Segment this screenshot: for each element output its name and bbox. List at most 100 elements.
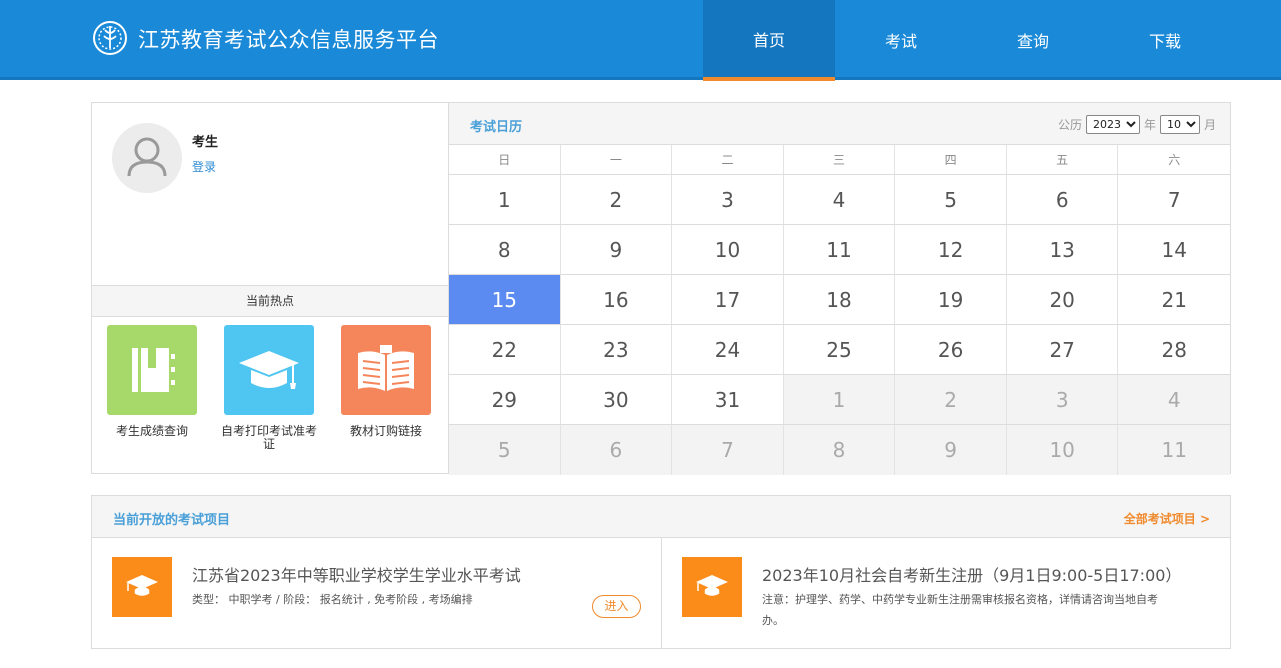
calendar-day[interactable]: 7: [1118, 175, 1230, 224]
weekday-wed: 三: [784, 145, 896, 174]
calendar-type-label: 公历: [1057, 118, 1082, 132]
login-link[interactable]: 登录: [192, 158, 216, 175]
calendar-day[interactable]: 17: [672, 275, 784, 324]
hot-item-label: 考生成绩查询: [115, 424, 188, 438]
calendar-week: 15 16 17 18 19 20 21: [449, 275, 1230, 325]
calendar-day[interactable]: 24: [672, 325, 784, 374]
project-item: 江苏省2023年中等职业学校学生学业水平考试 类型： 中职学考 / 阶段： 报名…: [92, 538, 662, 649]
hot-topics-header: 当前热点: [92, 285, 448, 317]
calendar-day[interactable]: 21: [1118, 275, 1230, 324]
top-header: 江苏教育考试公众信息服务平台 首页 考试 查询 下载: [0, 0, 1281, 81]
projects-header: 当前开放的考试项目 全部考试项目 >: [92, 496, 1230, 538]
calendar-day[interactable]: 25: [784, 325, 896, 374]
hot-item-textbook-order[interactable]: 教材订购链接: [336, 325, 436, 438]
calendar-header: 考试日历 公历 2023 年 10 月: [449, 103, 1230, 145]
calendar-day[interactable]: 5: [895, 175, 1007, 224]
calendar-day[interactable]: 10: [672, 225, 784, 274]
weekday-thu: 四: [895, 145, 1007, 174]
exam-calendar: 考试日历 公历 2023 年 10 月 日 一 二 三 四 五 六 123456…: [449, 102, 1231, 475]
calendar-day[interactable]: 10: [1006, 425, 1119, 475]
calendar-day[interactable]: 3: [672, 175, 784, 224]
nav-query[interactable]: 查询: [967, 0, 1099, 80]
hot-item-admission-ticket[interactable]: 自考打印考试准考证: [219, 325, 319, 451]
calendar-week: 8 9 10 11 12 13 14: [449, 225, 1230, 275]
calendar-week: 29 30 31 1 2 3 4: [449, 375, 1231, 425]
calendar-day[interactable]: 31: [672, 375, 784, 424]
calendar-day[interactable]: 28: [1118, 325, 1230, 374]
calendar-day[interactable]: 11: [1118, 425, 1231, 475]
calendar-day[interactable]: 16: [561, 275, 673, 324]
calendar-day[interactable]: 23: [561, 325, 673, 374]
graduation-cap-icon: [682, 557, 742, 617]
calendar-day[interactable]: 22: [449, 325, 561, 374]
graduation-cap-icon: [224, 325, 314, 415]
project-meta: 注意：护理学、药学、中药学专业新生注册需审核报名资格，详情请咨询当地自考办。: [762, 593, 1158, 627]
calendar-day[interactable]: 4: [1118, 375, 1231, 424]
calendar-weeks: 1 2 3 4 5 6 7 8 9 10 11 12 13 14 15 16 17 18 19 20 21 22 23 24 2…: [449, 175, 1231, 475]
open-book-icon: [341, 325, 431, 415]
calendar-day[interactable]: 26: [895, 325, 1007, 374]
calendar-day[interactable]: 27: [1007, 325, 1119, 374]
open-exam-projects: 当前开放的考试项目 全部考试项目 > 江苏省2023年中等职业学校学生学业水平考…: [91, 495, 1231, 649]
calendar-controls: 公历 2023 年 10 月: [1058, 115, 1216, 134]
project-item: 2023年10月社会自考新生注册（9月1日9:00-5日17:00） 注意：护理…: [662, 538, 1230, 649]
project-name[interactable]: 江苏省2023年中等职业学校学生学业水平考试: [192, 562, 521, 586]
project-name[interactable]: 2023年10月社会自考新生注册（9月1日9:00-5日17:00）: [762, 562, 1181, 586]
month-unit: 月: [1203, 118, 1216, 132]
calendar-day[interactable]: 1: [449, 175, 561, 224]
calendar-day[interactable]: 6: [1007, 175, 1119, 224]
calendar-title: 考试日历: [470, 120, 523, 135]
calendar-day[interactable]: 6: [560, 425, 673, 475]
calendar-day[interactable]: 14: [1118, 225, 1230, 274]
user-panel: 考生 登录 当前热点 考生成绩查询 自考打印考试准考证 教材订购链接: [91, 102, 449, 474]
calendar-day[interactable]: 30: [561, 375, 673, 424]
calendar-day[interactable]: 19: [895, 275, 1007, 324]
calendar-day[interactable]: 8: [783, 425, 896, 475]
calendar-day[interactable]: 9: [561, 225, 673, 274]
calendar-day[interactable]: 18: [784, 275, 896, 324]
calendar-day[interactable]: 11: [784, 225, 896, 274]
year-select[interactable]: 2023: [1085, 115, 1140, 134]
notebook-icon: [107, 325, 197, 415]
projects-title: 当前开放的考试项目: [113, 513, 231, 528]
calendar-day[interactable]: 3: [1006, 375, 1119, 424]
calendar-day[interactable]: 29: [449, 375, 561, 424]
user-name: 考生: [192, 135, 219, 150]
calendar-week: 22 23 24 25 26 27 28: [449, 325, 1230, 375]
weekday-sun: 日: [449, 145, 561, 174]
hot-item-label: 教材订购链接: [349, 424, 422, 438]
calendar-day[interactable]: 1: [783, 375, 896, 424]
calendar-day[interactable]: 13: [1007, 225, 1119, 274]
calendar-day[interactable]: 5: [449, 425, 561, 475]
all-projects-link[interactable]: 全部考试项目 >: [1124, 510, 1210, 527]
hot-item-label: 自考打印考试准考证: [220, 424, 317, 451]
calendar-day[interactable]: 2: [895, 375, 1007, 424]
weekday-row: 日 一 二 三 四 五 六: [449, 145, 1230, 175]
enter-button[interactable]: 进入: [592, 595, 641, 618]
calendar-day[interactable]: 7: [672, 425, 784, 475]
calendar-day[interactable]: 2: [561, 175, 673, 224]
nav-home[interactable]: 首页: [703, 0, 835, 81]
weekday-mon: 一: [561, 145, 673, 174]
calendar-day[interactable]: 8: [449, 225, 561, 274]
calendar-day[interactable]: 12: [895, 225, 1007, 274]
avatar: [112, 123, 182, 193]
calendar-week: 1234567: [449, 175, 1230, 225]
month-select[interactable]: 10: [1159, 115, 1200, 134]
nav-exam[interactable]: 考试: [835, 0, 967, 80]
year-unit: 年: [1143, 118, 1156, 132]
weekday-sat: 六: [1168, 153, 1181, 167]
project-meta: 类型： 中职学考 / 阶段： 报名统计 , 免考阶段 , 考场编排: [192, 593, 473, 606]
calendar-day[interactable]: 9: [895, 425, 1007, 475]
weekday-tue: 二: [672, 145, 784, 174]
hot-item-score-query[interactable]: 考生成绩查询: [102, 325, 202, 438]
calendar-day[interactable]: 4: [784, 175, 896, 224]
main-nav: 首页 考试 查询 下载: [703, 0, 1231, 81]
site-title[interactable]: 江苏教育考试公众信息服务平台: [138, 24, 439, 54]
graduation-cap-icon: [112, 557, 172, 617]
calendar-day[interactable]: 20: [1007, 275, 1119, 324]
calendar-grid: 日 一 二 三 四 五 六 1 2 3 4 5 6 7 8 9 10 11 12 13 14 15 16 17 1…: [449, 145, 1231, 475]
emblem-icon[interactable]: [92, 20, 128, 56]
calendar-day-today[interactable]: 15: [449, 275, 561, 324]
nav-download[interactable]: 下载: [1099, 0, 1231, 80]
